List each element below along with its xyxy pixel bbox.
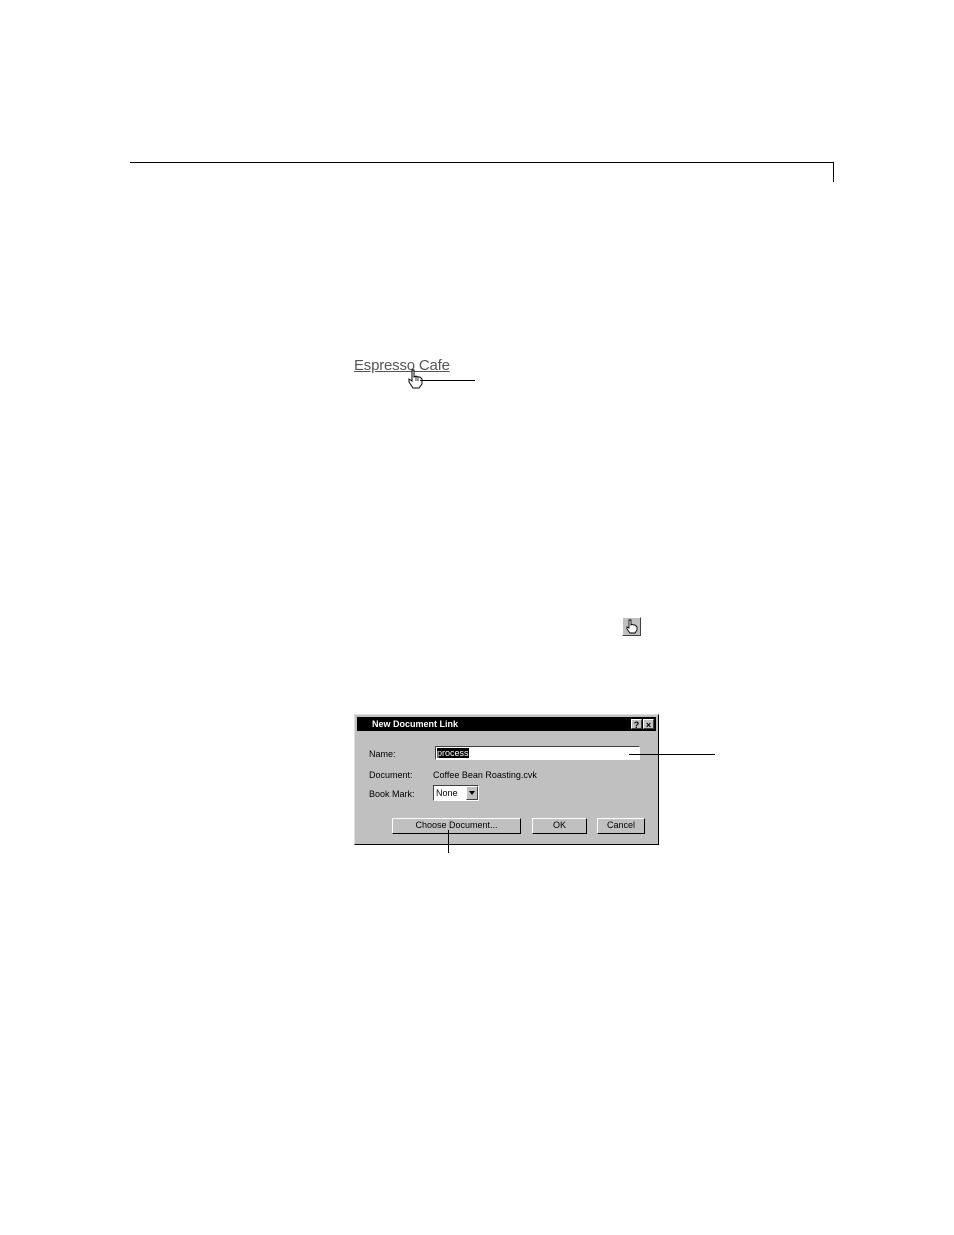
help-button[interactable]: ? <box>631 719 642 730</box>
bookmark-label: Book Mark: <box>369 789 415 799</box>
header-rule <box>130 162 834 163</box>
hand-cursor-icon <box>408 369 423 389</box>
new-document-link-dialog: New Document Link ? × Name: process Docu… <box>354 714 659 845</box>
dialog-title: New Document Link <box>372 719 459 729</box>
link-tool-button[interactable] <box>622 617 641 636</box>
document-value: Coffee Bean Roasting.cvk <box>433 770 537 780</box>
name-input[interactable]: process <box>435 746 640 760</box>
callout-line-choose-document <box>448 830 449 853</box>
bookmark-select-value: None <box>436 788 458 798</box>
name-label: Name: <box>369 749 396 759</box>
dialog-titlebar: New Document Link ? × <box>357 717 656 731</box>
document-label: Document: <box>369 770 413 780</box>
ok-button[interactable]: OK <box>532 818 587 834</box>
hyperlink-espresso-cafe[interactable]: Espresso Cafe <box>354 357 450 374</box>
callout-line-name-field <box>629 754 715 755</box>
bookmark-select[interactable]: None <box>433 785 479 801</box>
chevron-down-icon[interactable] <box>466 786 478 800</box>
hand-pointer-icon <box>626 619 638 634</box>
name-input-value: process <box>437 748 469 758</box>
close-button[interactable]: × <box>643 719 654 730</box>
cancel-button[interactable]: Cancel <box>597 818 645 834</box>
callout-line-hyperlink <box>420 380 475 381</box>
choose-document-button[interactable]: Choose Document... <box>392 818 521 834</box>
header-rule-tick <box>833 162 834 182</box>
